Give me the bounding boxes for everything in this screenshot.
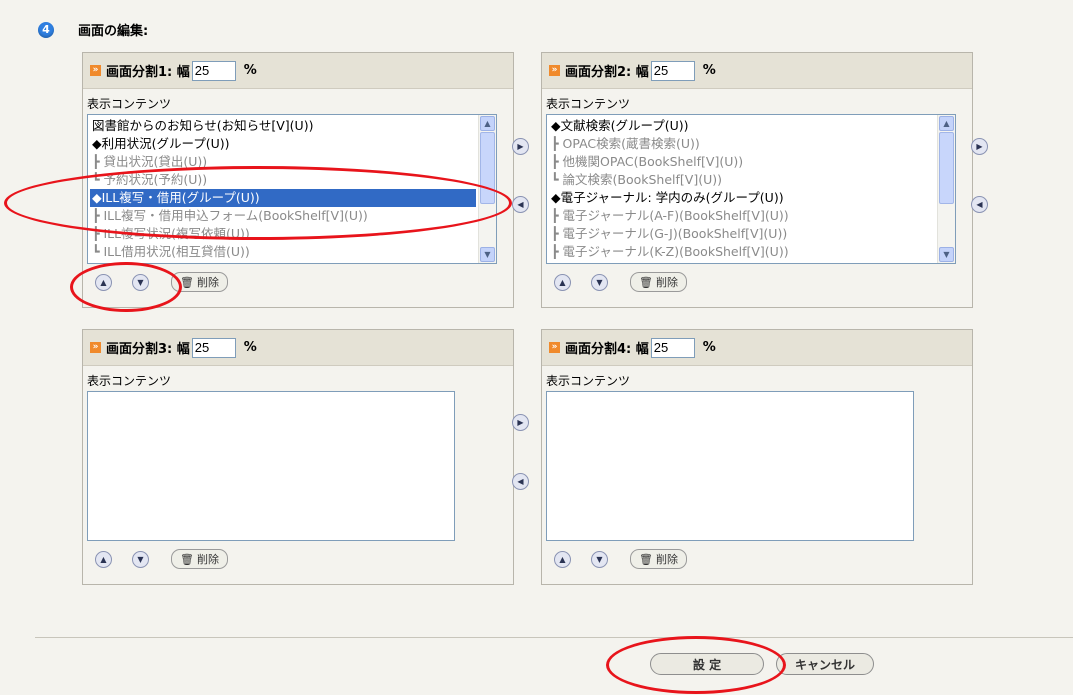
delete-label: 削除 xyxy=(196,276,219,289)
double-chevron-icon: » xyxy=(549,342,560,353)
list-item[interactable]: ┣ 電子ジャーナル(G-J)(BookShelf[V](U)) xyxy=(549,225,935,243)
double-chevron-icon: » xyxy=(90,65,101,76)
delete-button[interactable]: 🗑 削除 xyxy=(630,272,687,292)
panel-header: » 画面分割1: 幅 % xyxy=(83,53,513,89)
delete-label: 削除 xyxy=(655,553,678,566)
list-item[interactable]: ┣ 電子ジャーナル(A-F)(BookShelf[V](U)) xyxy=(549,207,935,225)
list-item[interactable]: ┗ 論文検索(BookShelf[V](U)) xyxy=(549,171,935,189)
percent-label: % xyxy=(243,340,257,355)
scrollbar[interactable]: ▲ ▼ xyxy=(937,115,955,263)
scroll-up-icon[interactable]: ▲ xyxy=(480,116,495,131)
delete-label: 削除 xyxy=(196,553,219,566)
move-right-button[interactable]: ▶ xyxy=(512,414,529,431)
content-listbox[interactable] xyxy=(546,391,914,541)
list-item[interactable]: ┗ 予約状況(予約(U)) xyxy=(90,171,476,189)
move-down-button[interactable]: ▼ xyxy=(591,273,608,291)
panel-split-4: » 画面分割4: 幅 % 表示コンテンツ ▲ ▼ 🗑 削除 xyxy=(541,329,973,585)
list-item[interactable]: ┣ 他機関OPAC(BookShelf[V](U)) xyxy=(549,153,935,171)
scroll-thumb[interactable] xyxy=(480,132,495,204)
trash-icon: 🗑 xyxy=(639,552,653,566)
move-up-button[interactable]: ▲ xyxy=(554,273,571,291)
panel-header: » 画面分割3: 幅 % xyxy=(83,330,513,366)
scroll-down-icon[interactable]: ▼ xyxy=(939,247,954,262)
list-item[interactable]: ┣ ILL複写・借用申込フォーム(BookShelf[V](U)) xyxy=(90,207,476,225)
move-right-button[interactable]: ▶ xyxy=(971,138,988,155)
move-down-button[interactable]: ▼ xyxy=(132,550,149,568)
move-down-button[interactable]: ▼ xyxy=(132,273,149,291)
double-chevron-icon: » xyxy=(90,342,101,353)
move-down-button[interactable]: ▼ xyxy=(591,550,608,568)
content-listbox[interactable]: ◆文献検索(グループ(U)) ┣ OPAC検索(蔵書検索(U)) ┣ 他機関OPAC… xyxy=(546,114,956,264)
list-controls: ▲ ▼ 🗑 削除 xyxy=(95,549,513,569)
percent-label: % xyxy=(702,340,716,355)
panel-title: 画面分割1: 幅 xyxy=(106,65,190,80)
list-item[interactable]: ◆利用状況(グループ(U)) xyxy=(90,135,476,153)
step-title: 画面の編集: xyxy=(78,24,149,39)
cancel-button[interactable]: キャンセル xyxy=(776,653,874,675)
list-item[interactable]: ┣ 電子ジャーナル(K-Z)(BookShelf[V](U)) xyxy=(549,243,935,261)
panel-split-2: » 画面分割2: 幅 % 表示コンテンツ ◆文献検索(グループ(U))┣ OPA… xyxy=(541,52,973,308)
list-items: ◆文献検索(グループ(U)) ┣ OPAC検索(蔵書検索(U)) ┣ 他機関OPAC… xyxy=(549,117,935,261)
width-input[interactable] xyxy=(650,337,695,358)
list-item[interactable]: ┗ ILL借用状況(相互貸借(U)) xyxy=(90,243,476,261)
move-left-button[interactable]: ◀ xyxy=(512,473,529,490)
list-item[interactable]: ┣ ILL複写状況(複写依頼(U)) xyxy=(90,225,476,243)
delete-button[interactable]: 🗑 削除 xyxy=(630,549,687,569)
list-items: 図書館からのお知らせ(お知らせ[V](U)) ◆利用状況(グループ(U)) ┣ 貸出… xyxy=(90,117,476,261)
width-input[interactable] xyxy=(650,60,695,81)
scrollbar[interactable]: ▲ ▼ xyxy=(478,115,496,263)
panel-split-1: » 画面分割1: 幅 % 表示コンテンツ 図書館からのお知らせ(お知らせ[V](… xyxy=(82,52,514,308)
list-controls: ▲ ▼ 🗑 削除 xyxy=(554,272,972,292)
width-input[interactable] xyxy=(191,60,236,81)
move-right-button[interactable]: ▶ xyxy=(512,138,529,155)
list-item[interactable]: ◆電子ジャーナル: 学内のみ(グループ(U)) xyxy=(549,189,935,207)
footer-divider xyxy=(35,637,1073,638)
content-label: 表示コンテンツ xyxy=(87,374,172,388)
move-up-button[interactable]: ▲ xyxy=(554,550,571,568)
content-listbox[interactable]: 図書館からのお知らせ(お知らせ[V](U)) ◆利用状況(グループ(U)) ┣ 貸出… xyxy=(87,114,497,264)
trash-icon: 🗑 xyxy=(180,552,194,566)
delete-button[interactable]: 🗑 削除 xyxy=(171,272,228,292)
list-item[interactable]: ◆文献検索(グループ(U)) xyxy=(549,117,935,135)
content-label: 表示コンテンツ xyxy=(87,97,172,111)
scroll-up-icon[interactable]: ▲ xyxy=(939,116,954,131)
panel-title: 画面分割2: 幅 xyxy=(565,65,649,80)
move-left-button[interactable]: ◀ xyxy=(971,196,988,213)
list-controls: ▲ ▼ 🗑 削除 xyxy=(95,272,513,292)
move-up-button[interactable]: ▲ xyxy=(95,550,112,568)
list-item[interactable]: ┣ 貸出状況(貸出(U)) xyxy=(90,153,476,171)
move-up-button[interactable]: ▲ xyxy=(95,273,112,291)
content-listbox[interactable] xyxy=(87,391,455,541)
step-heading: 4 画面の編集: xyxy=(38,20,148,39)
panel-title: 画面分割4: 幅 xyxy=(565,342,649,357)
panel-header: » 画面分割2: 幅 % xyxy=(542,53,972,89)
delete-button[interactable]: 🗑 削除 xyxy=(171,549,228,569)
step-number-icon: 4 xyxy=(38,21,54,38)
content-label: 表示コンテンツ xyxy=(546,97,631,111)
panel-title: 画面分割3: 幅 xyxy=(106,342,190,357)
panel-split-3: » 画面分割3: 幅 % 表示コンテンツ ▲ ▼ 🗑 削除 xyxy=(82,329,514,585)
double-chevron-icon: » xyxy=(549,65,560,76)
submit-button[interactable]: 設 定 xyxy=(650,653,764,675)
content-label: 表示コンテンツ xyxy=(546,374,631,388)
width-input[interactable] xyxy=(191,337,236,358)
move-left-button[interactable]: ◀ xyxy=(512,196,529,213)
scroll-down-icon[interactable]: ▼ xyxy=(480,247,495,262)
list-item[interactable]: ┣ OPAC検索(蔵書検索(U)) xyxy=(549,135,935,153)
percent-label: % xyxy=(243,63,257,78)
percent-label: % xyxy=(702,63,716,78)
list-controls: ▲ ▼ 🗑 削除 xyxy=(554,549,972,569)
scroll-thumb[interactable] xyxy=(939,132,954,204)
delete-label: 削除 xyxy=(655,276,678,289)
list-item-selected[interactable]: ◆ILL複写・借用(グループ(U)) xyxy=(90,189,476,207)
panel-header: » 画面分割4: 幅 % xyxy=(542,330,972,366)
trash-icon: 🗑 xyxy=(180,275,194,289)
trash-icon: 🗑 xyxy=(639,275,653,289)
list-item[interactable]: 図書館からのお知らせ(お知らせ[V](U)) xyxy=(90,117,476,135)
